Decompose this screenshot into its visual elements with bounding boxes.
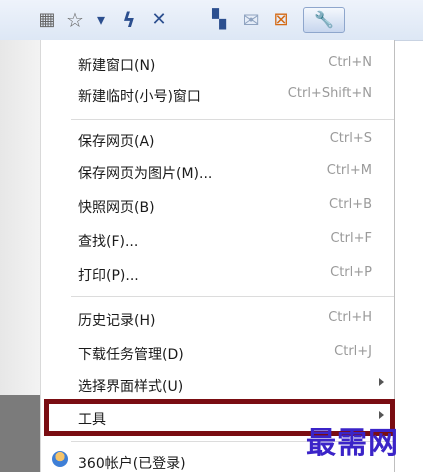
- menu-item-new-temp-window[interactable]: 新建临时(小号)窗口 Ctrl+Shift+N: [41, 81, 394, 109]
- submenu-arrow-icon: [379, 378, 384, 386]
- menu-item-save-as-image[interactable]: 保存网页为图片(M)... Ctrl+M: [41, 158, 394, 186]
- menu-item-label: 下载任务管理(D): [78, 347, 184, 363]
- grid-icon[interactable]: ▚: [206, 7, 232, 33]
- menu-item-label: 打印(P)...: [78, 268, 139, 284]
- menu-item-downloads[interactable]: 下载任务管理(D) Ctrl+J: [41, 339, 394, 367]
- close-icon[interactable]: ✕: [146, 7, 172, 33]
- menu-item-history[interactable]: 历史记录(H) Ctrl+H: [41, 305, 394, 333]
- menu-item-shortcut: Ctrl+F: [330, 231, 372, 246]
- menu-item-label: 保存网页(A): [78, 134, 155, 150]
- menu-item-shortcut: Ctrl+P: [330, 265, 372, 280]
- menu-item-shortcut: Ctrl+N: [328, 55, 372, 70]
- browser-toolbar: ▦ ☆ ▾ ϟ ✕ ▚ ✉ ⊠ 🔧: [0, 0, 423, 41]
- menu-item-label: 选择界面样式(U): [78, 379, 184, 395]
- menu-item-shortcut: Ctrl+M: [326, 163, 372, 178]
- dropdown-arrow-icon[interactable]: ▾: [88, 7, 114, 33]
- mail-icon[interactable]: ✉: [238, 7, 264, 33]
- menu-item-label: 新建临时(小号)窗口: [78, 89, 201, 105]
- menu-item-shortcut: Ctrl+S: [329, 131, 372, 146]
- menu-item-shortcut: Ctrl+H: [328, 310, 372, 325]
- menu-item-label: 查找(F)...: [78, 234, 139, 250]
- menu-item-shortcut: Ctrl+Shift+N: [287, 86, 372, 101]
- qr-code-icon[interactable]: ▦: [34, 7, 60, 33]
- menu-separator: [71, 296, 394, 297]
- menu-item-snapshot[interactable]: 快照网页(B) Ctrl+B: [41, 192, 394, 220]
- menu-item-save-page[interactable]: 保存网页(A) Ctrl+S: [41, 126, 394, 154]
- left-gutter-dark: [0, 395, 40, 472]
- menu-item-print[interactable]: 打印(P)... Ctrl+P: [41, 260, 394, 288]
- menu-item-label: 保存网页为图片(M)...: [78, 166, 213, 182]
- menu-item-new-window[interactable]: 新建窗口(N) Ctrl+N: [41, 50, 394, 78]
- menu-item-find[interactable]: 查找(F)... Ctrl+F: [41, 226, 394, 254]
- menu-item-label: 360帐户(已登录): [78, 456, 186, 472]
- menu-item-label: 快照网页(B): [78, 200, 155, 216]
- watermark-text: 最需网: [306, 426, 399, 461]
- menu-item-label: 新建窗口(N): [78, 58, 156, 74]
- extension-icon[interactable]: ⊠: [268, 7, 294, 33]
- menu-item-interface-style[interactable]: 选择界面样式(U): [41, 371, 394, 399]
- menu-item-label: 历史记录(H): [78, 313, 156, 329]
- menu-item-shortcut: Ctrl+B: [329, 197, 372, 212]
- lightning-icon[interactable]: ϟ: [116, 7, 142, 33]
- wrench-menu-button[interactable]: 🔧: [303, 7, 345, 33]
- wrench-icon: 🔧: [314, 10, 334, 29]
- menu-separator: [71, 119, 394, 120]
- menu-item-shortcut: Ctrl+J: [334, 344, 372, 359]
- account-avatar-icon: [52, 451, 68, 467]
- star-icon[interactable]: ☆: [62, 7, 88, 33]
